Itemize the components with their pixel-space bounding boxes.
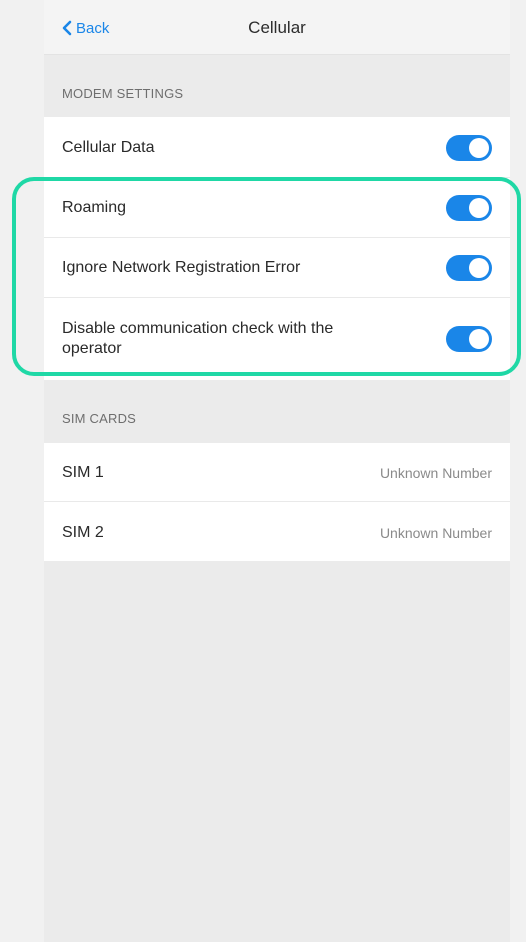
- section-header-modem-settings: MODEM SETTINGS: [62, 86, 184, 101]
- setting-label-disable-communication-check: Disable communication check with the ope…: [62, 320, 334, 357]
- section-header-sim-cards: SIM CARDS: [62, 411, 137, 426]
- toggle-knob: [469, 198, 489, 218]
- toggle-knob: [469, 138, 489, 158]
- setting-label-cellular-data: Cellular Data: [62, 139, 155, 156]
- toggle-ignore-network-registration-error[interactable]: [446, 255, 492, 281]
- toggle-knob: [469, 258, 489, 278]
- sim-row-2[interactable]: SIM 2 Unknown Number: [44, 502, 510, 561]
- toggle-roaming[interactable]: [446, 195, 492, 221]
- sim-cards-group: SIM 1 Unknown Number SIM 2 Unknown Numbe…: [44, 443, 510, 561]
- sim-number-2: Unknown Number: [379, 525, 492, 541]
- setting-row-disable-communication-check: Disable communication check with the ope…: [44, 298, 510, 380]
- setting-row-cellular-data: Cellular Data: [44, 117, 510, 178]
- setting-row-roaming: Roaming: [44, 178, 510, 238]
- sim-label-2: SIM 2: [62, 524, 104, 541]
- toggle-cellular-data[interactable]: [446, 135, 492, 161]
- sim-label-1: SIM 1: [62, 464, 104, 481]
- cellular-settings-screen: Back Cellular MODEM SETTINGS Cellular Da…: [44, 0, 510, 942]
- setting-row-ignore-network-registration-error: Ignore Network Registration Error: [44, 238, 510, 298]
- toggle-knob: [469, 329, 489, 349]
- setting-label-roaming: Roaming: [62, 199, 127, 216]
- setting-label-ignore-network-registration-error: Ignore Network Registration Error: [62, 259, 301, 276]
- page-title: Cellular: [248, 18, 306, 37]
- toggle-disable-communication-check[interactable]: [446, 326, 492, 352]
- sim-row-1[interactable]: SIM 1 Unknown Number: [44, 443, 510, 502]
- navigation-bar: Back Cellular: [44, 0, 510, 55]
- sim-number-1: Unknown Number: [379, 465, 492, 481]
- modem-settings-group: Cellular Data Roaming Ignore Network Reg…: [44, 117, 510, 380]
